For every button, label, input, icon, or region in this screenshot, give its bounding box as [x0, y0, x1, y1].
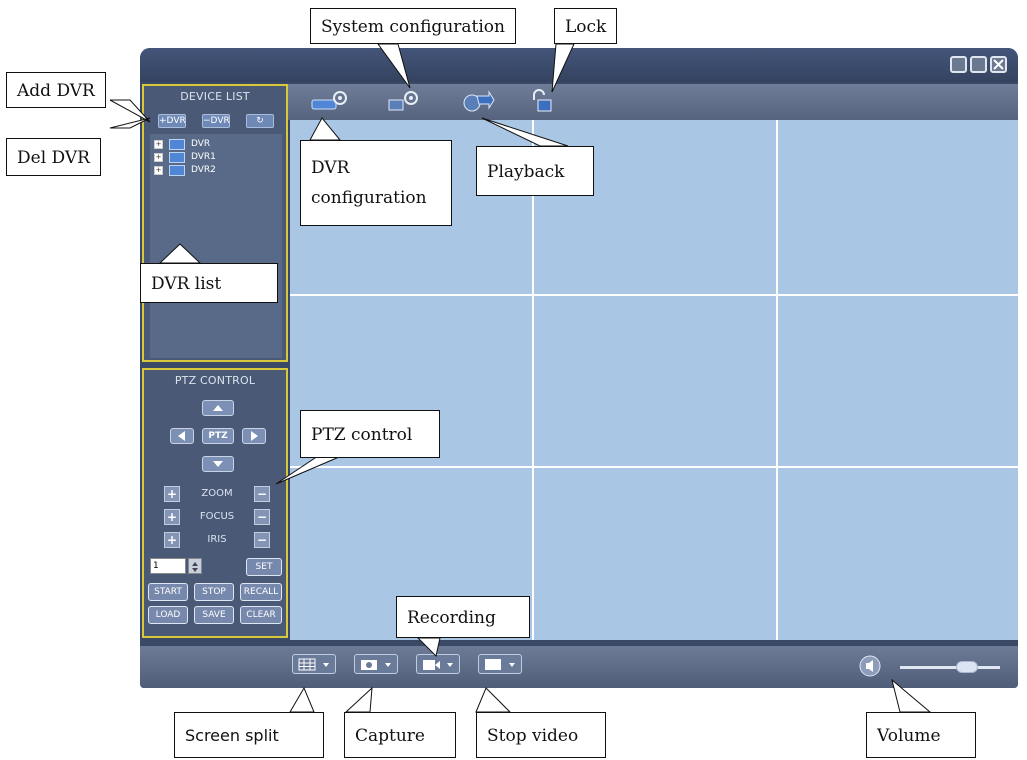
callout-dvr-configuration-line2: configuration — [311, 188, 427, 208]
callout-del-dvr: Del DVR — [6, 138, 101, 176]
callout-add-dvr: Add DVR — [6, 72, 106, 108]
callout-dvr-list: DVR list — [140, 263, 278, 303]
callout-playback: Playback — [476, 146, 594, 196]
callout-stop-video: Stop video — [476, 712, 606, 758]
callout-screen-split: Screen split — [174, 712, 324, 758]
callout-dvr-configuration: DVR configuration — [300, 140, 452, 226]
callout-dvr-configuration-line1: DVR — [311, 158, 350, 178]
callout-volume: Volume — [866, 712, 976, 758]
callout-pointers — [109, 43, 932, 713]
callout-system-configuration: System configuration — [310, 8, 516, 44]
callout-recording: Recording — [396, 596, 530, 638]
callout-capture: Capture — [344, 712, 456, 758]
callout-lock: Lock — [554, 8, 618, 44]
callout-ptz-control: PTZ control — [300, 410, 440, 458]
